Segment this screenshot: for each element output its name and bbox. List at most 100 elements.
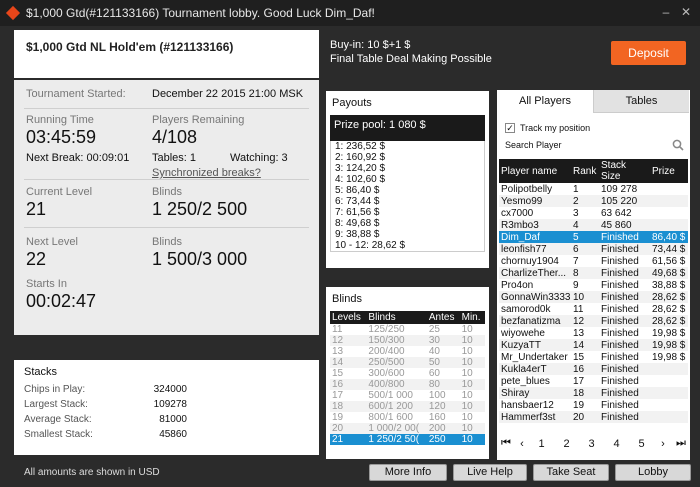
- player-cell: 15: [573, 351, 585, 363]
- table-row[interactable]: Polipotbelly 1 109 278: [499, 183, 688, 195]
- players-column-header[interactable]: Stack Size: [599, 159, 650, 183]
- track-label: Track my position: [520, 123, 591, 133]
- table-row[interactable]: chornuy1904 7 Finished 61,56 $: [499, 255, 688, 267]
- blinds-cell: 10: [459, 335, 485, 346]
- player-cell: Finished: [599, 315, 650, 327]
- blinds-panel: Blinds Levels Blinds Antes Min. 11 125/250 25…: [326, 287, 489, 459]
- players-column-header[interactable]: Rank: [571, 159, 599, 183]
- blinds-cell: 250: [426, 434, 460, 445]
- table-row[interactable]: samorod0k 11 Finished 28,62 $: [499, 303, 688, 315]
- table-row[interactable]: Hammerf3st 20 Finished: [499, 411, 688, 423]
- player-cell: 8: [571, 267, 599, 279]
- track-checkbox[interactable]: ✓: [505, 123, 515, 133]
- table-row[interactable]: R3mbo3 4 45 860: [499, 219, 688, 231]
- search-icon[interactable]: [672, 139, 684, 151]
- blinds-row: 20 1 000/2 00(200 10: [330, 423, 485, 434]
- player-cell: Finished: [599, 231, 650, 243]
- player-cell: 4: [571, 219, 599, 231]
- table-row[interactable]: GonnaWin3333 10 Finished 28,62 $: [499, 291, 688, 303]
- search-player[interactable]: Search Player: [505, 139, 684, 151]
- buyin-text: Buy-in: 10 $+1 $: [330, 39, 411, 51]
- table-row[interactable]: wiyowehe 13 Finished 19,98 $: [499, 327, 688, 339]
- blinds-cell: 13: [332, 346, 344, 357]
- page-link[interactable]: 2: [554, 438, 579, 450]
- search-input[interactable]: Search Player: [505, 140, 562, 150]
- blinds-cell: 10: [461, 390, 473, 401]
- blinds-cell: 19: [332, 412, 344, 423]
- player-cell: Finished: [601, 279, 639, 291]
- player-cell: [650, 411, 688, 423]
- player-cell: 20: [571, 411, 599, 423]
- started-label: Tournament Started:: [26, 88, 126, 100]
- blinds-cell: 160: [428, 412, 446, 423]
- blinds-cell: 800/1 600: [368, 412, 413, 423]
- players-column-header[interactable]: Prize: [650, 159, 688, 183]
- blinds-cell: 60: [428, 368, 440, 379]
- player-cell: 18: [571, 387, 599, 399]
- player-cell: 61,56 $: [652, 255, 686, 267]
- deposit-button[interactable]: Deposit: [611, 41, 686, 65]
- blinds-cell: 500/1 000: [368, 390, 413, 401]
- player-cell: chornuy1904: [501, 255, 559, 267]
- blinds-cell: 100: [428, 390, 446, 401]
- blinds-cell: 20: [330, 423, 367, 434]
- blinds-cell: 10: [461, 368, 473, 379]
- payout-item: 1: 236,52 $: [335, 141, 386, 152]
- table-row[interactable]: CharlizeTher... 8 Finished 49,68 $: [499, 267, 688, 279]
- live-help-button[interactable]: Live Help: [453, 464, 527, 481]
- table-row[interactable]: Shiray 18 Finished: [499, 387, 688, 399]
- player-cell: Finished: [601, 327, 639, 339]
- first-page-icon[interactable]: ⏮: [497, 437, 515, 450]
- players-column-header[interactable]: Player name: [499, 159, 571, 183]
- current-blinds-label: Blinds: [152, 186, 182, 198]
- running-time-value: 03:45:59: [26, 127, 97, 147]
- table-row[interactable]: Dim_Daf 5 Finished 86,40 $: [499, 231, 688, 243]
- more-info-button[interactable]: More Info: [369, 464, 447, 481]
- table-row[interactable]: leonfish77 6 Finished 73,44 $: [499, 243, 688, 255]
- player-cell: [650, 195, 688, 207]
- table-row[interactable]: Pro4on 9 Finished 38,88 $: [499, 279, 688, 291]
- synchronized-breaks-link[interactable]: Synchronized breaks?: [152, 167, 261, 179]
- tab-all-players[interactable]: All Players: [497, 90, 593, 113]
- page-link[interactable]: 3: [579, 438, 604, 450]
- table-row[interactable]: Yesmo99 2 105 220: [499, 195, 688, 207]
- blinds-cell: 10: [459, 401, 485, 412]
- table-row[interactable]: Mr_Undertaker 15 Finished 19,98 $: [499, 351, 688, 363]
- player-cell: KuzyaTT: [499, 339, 571, 351]
- page-link[interactable]: 5: [629, 438, 654, 450]
- players-remaining-value: 4/108: [152, 127, 198, 147]
- payouts-panel: Payouts Prize pool: 1 080 $ 1: 236,52 $2…: [326, 91, 489, 268]
- blinds-row: 17 500/1 000 100 10: [330, 390, 485, 401]
- prev-page-icon[interactable]: ‹: [515, 438, 529, 450]
- last-page-icon[interactable]: ⏭: [672, 437, 690, 450]
- payouts-title: Payouts: [332, 97, 372, 109]
- blinds-cell: 10: [461, 412, 473, 423]
- table-row[interactable]: KuzyaTT 14 Finished 19,98 $: [499, 339, 688, 351]
- table-row[interactable]: pete_blues 17 Finished: [499, 375, 688, 387]
- table-row[interactable]: Kukla4erT 16 Finished: [499, 363, 688, 375]
- close-icon[interactable]: ✕: [678, 5, 694, 19]
- table-row[interactable]: cx7000 3 63 642: [499, 207, 688, 219]
- player-cell: Finished: [601, 375, 639, 387]
- player-cell: pete_blues: [501, 375, 550, 387]
- table-row[interactable]: bezfanatizma 12 Finished 28,62 $: [499, 315, 688, 327]
- tab-tables[interactable]: Tables: [593, 90, 689, 113]
- track-position[interactable]: ✓ Track my position: [505, 123, 690, 133]
- player-cell: Dim_Daf: [499, 231, 571, 243]
- divider: [24, 179, 309, 180]
- players-remaining-label: Players Remaining: [152, 114, 245, 126]
- player-cell: Finished: [599, 339, 650, 351]
- lobby-button[interactable]: Lobby: [615, 464, 691, 481]
- next-page-icon[interactable]: ›: [654, 438, 672, 450]
- minimize-icon[interactable]: –: [658, 5, 674, 19]
- blinds-cell: 150/300: [366, 335, 427, 346]
- payout-item: 6: 73,44 $: [335, 196, 380, 207]
- page-link[interactable]: 1: [529, 438, 554, 450]
- player-cell: 1: [573, 183, 579, 195]
- player-cell: leonfish77: [499, 243, 571, 255]
- page-link[interactable]: 4: [604, 438, 629, 450]
- next-blinds-value: 1 500/3 000: [152, 249, 248, 269]
- blinds-row: 12 150/300 30 10: [330, 335, 485, 346]
- take-seat-button[interactable]: Take Seat: [533, 464, 609, 481]
- table-row[interactable]: hansbaer12 19 Finished: [499, 399, 688, 411]
